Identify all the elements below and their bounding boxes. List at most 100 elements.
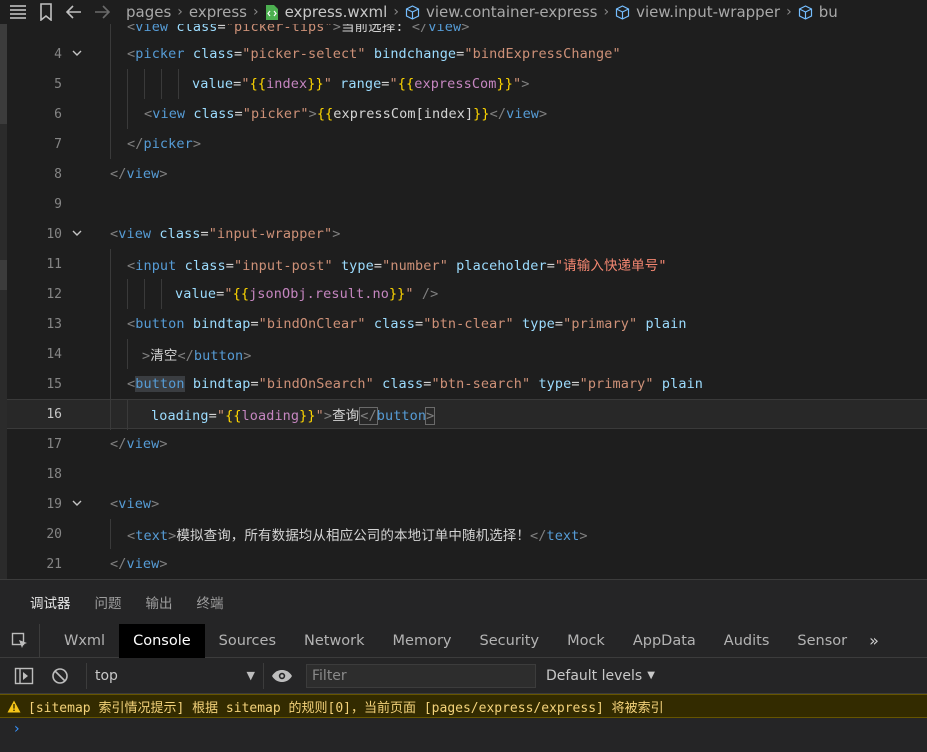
activity-strip (0, 24, 7, 579)
code-text: </picker> (127, 136, 202, 152)
code-line: 10 <view class="input-wrapper"> (7, 219, 927, 249)
line-number: 16 (46, 406, 62, 422)
indent-guide (127, 99, 128, 129)
cube-icon (798, 4, 813, 20)
tab-security[interactable]: Security (466, 624, 554, 658)
tab-output[interactable]: 输出 (134, 592, 185, 612)
fold-chevron-icon[interactable] (71, 497, 83, 509)
indent-guide (110, 519, 111, 549)
code-text: <view class="picker-tips">当前选择: </view> (127, 24, 470, 35)
code-line: 14 >清空</button> (7, 339, 927, 369)
log-levels-select[interactable]: Default levels ▼ (546, 668, 655, 684)
indent-guide (144, 69, 145, 99)
tab-appdata[interactable]: AppData (619, 624, 710, 658)
console-prompt[interactable]: › (14, 721, 20, 737)
wxml-file-icon (265, 4, 279, 21)
code-text: <button bindtap="bindOnClear" class="btn… (127, 316, 687, 332)
code-text: <view class="input-wrapper"> (110, 226, 341, 242)
dropdown-caret-icon: ▼ (647, 670, 655, 681)
code-text: </view> (110, 436, 168, 452)
clear-console-icon[interactable] (42, 658, 78, 694)
crumb-container[interactable]: view.container-express (426, 3, 598, 21)
tab-network[interactable]: Network (290, 624, 379, 658)
code-text: <button bindtap="bindOnSearch" class="bt… (127, 376, 704, 392)
tab-console[interactable]: Console (119, 623, 205, 658)
tab-memory[interactable]: Memory (379, 624, 466, 658)
more-tabs-icon[interactable]: » (861, 631, 887, 650)
tab-sensor[interactable]: Sensor (783, 624, 861, 658)
code-line: 12 value="{{jsonObj.result.no}}" /> (7, 279, 927, 309)
tab-terminal[interactable]: 终端 (185, 592, 236, 612)
code-editor[interactable]: <view class="picker-tips">当前选择: </view> … (7, 24, 927, 579)
crumb-pages[interactable]: pages (126, 3, 171, 21)
fold-chevron-icon[interactable] (71, 227, 83, 239)
code-line: 7 </picker> (7, 129, 927, 159)
line-number: 21 (46, 556, 62, 572)
tab-audits[interactable]: Audits (710, 624, 784, 658)
indent-guide (110, 99, 111, 129)
context-value: top (95, 667, 118, 684)
indent-guide (127, 339, 128, 369)
line-number: 5 (54, 76, 62, 92)
crumb-button[interactable]: bu (819, 3, 838, 21)
strip-marker (0, 24, 7, 124)
tab-mock[interactable]: Mock (553, 624, 619, 658)
indent-guide (110, 69, 111, 99)
fold-chevron-icon[interactable] (71, 47, 83, 59)
indent-guide (127, 400, 128, 430)
code-line: 8 </view> (7, 159, 927, 189)
list-icon[interactable] (8, 2, 28, 22)
code-line-current: 16 loading="{{loading}}">查询</button> (7, 399, 927, 430)
code-line: <view class="picker-tips">当前选择: </view> (7, 24, 927, 40)
filter-placeholder: Filter (312, 667, 347, 684)
code-text: >清空</button> (142, 348, 252, 364)
console-toolbar: top ▼ Filter Default levels ▼ (0, 658, 927, 694)
devtools-tabs: Wxml Console Sources Network Memory Secu… (0, 623, 927, 658)
code-line: 20 <text>模拟查询，所有数据均从相应公司的本地订单中随机选择！</tex… (7, 519, 927, 549)
indent-guide (127, 279, 128, 309)
indent-guide (110, 249, 111, 279)
code-text: </view> (110, 166, 168, 182)
line-number: 14 (46, 346, 62, 362)
eye-icon[interactable] (264, 658, 300, 694)
breadcrumb: pages › express › express.wxml › view.co… (0, 0, 927, 24)
indent-guide (110, 339, 111, 369)
context-select[interactable]: top ▼ (86, 662, 264, 689)
line-number: 15 (46, 376, 62, 392)
inspect-element-icon[interactable] (0, 623, 40, 658)
indent-guide (127, 69, 128, 99)
code-text: loading="{{loading}}">查询</button> (151, 407, 436, 425)
line-number: 10 (46, 226, 62, 242)
code-text: <text>模拟查询，所有数据均从相应公司的本地订单中随机选择！</text> (127, 528, 588, 544)
strip-marker (0, 260, 7, 290)
indent-guide (144, 279, 145, 309)
crumb-file[interactable]: express.wxml (285, 3, 388, 21)
forward-arrow-icon[interactable] (92, 2, 112, 22)
line-number: 17 (46, 436, 62, 452)
sidebar-toggle-icon[interactable] (6, 658, 42, 694)
code-text: <input class="input-post" type="number" … (127, 258, 667, 274)
code-line: 19 <view> (7, 489, 927, 519)
indent-guide (110, 400, 111, 430)
line-number: 20 (46, 526, 62, 542)
code-line: 18 (7, 459, 927, 489)
tab-problems[interactable]: 问题 (83, 592, 134, 612)
chevron-right-icon: › (603, 4, 610, 20)
tab-wxml[interactable]: Wxml (40, 624, 119, 658)
crumb-express[interactable]: express (189, 3, 247, 21)
tab-sources[interactable]: Sources (205, 624, 290, 658)
code-line: 21 </view> (7, 549, 927, 579)
chevron-right-icon: › (393, 4, 399, 20)
tab-debugger[interactable]: 调试器 (18, 592, 83, 612)
indent-guide (110, 129, 111, 159)
cube-icon (405, 4, 420, 20)
chevron-right-icon: › (177, 4, 183, 20)
indent-guide (110, 24, 111, 40)
crumb-input-wrapper[interactable]: view.input-wrapper (636, 3, 780, 21)
line-number: 11 (46, 256, 62, 272)
code-line: 11 <input class="input-post" type="numbe… (7, 249, 927, 279)
bookmark-icon[interactable] (36, 2, 56, 22)
console-warning: [sitemap 索引情况提示] 根据 sitemap 的规则[0]，当前页面 … (0, 694, 927, 718)
filter-input[interactable]: Filter (306, 663, 536, 688)
back-arrow-icon[interactable] (64, 2, 84, 22)
